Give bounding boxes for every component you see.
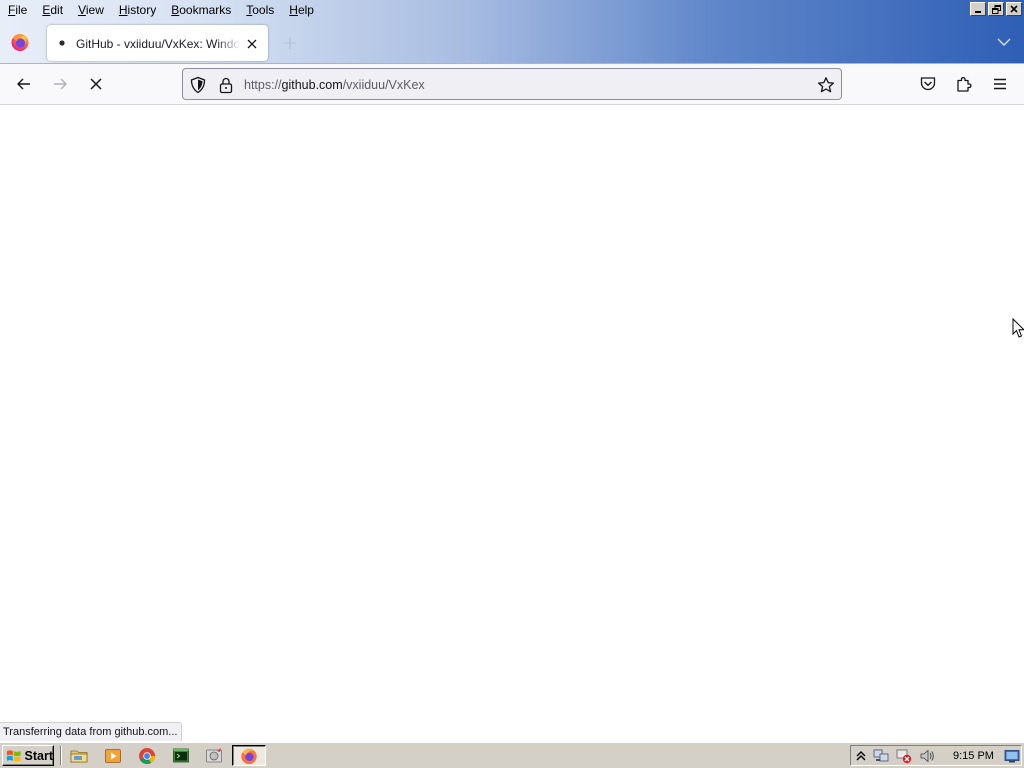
loading-dot-icon (59, 40, 65, 46)
puzzle-icon (957, 77, 972, 92)
restore-button[interactable] (988, 2, 1004, 16)
network-icon[interactable] (873, 748, 889, 764)
app-menu-button[interactable] (984, 68, 1016, 100)
firefox-icon (241, 748, 257, 764)
taskbar-separator (60, 746, 62, 765)
page-content-area[interactable] (0, 105, 1024, 741)
pocket-button[interactable] (912, 68, 944, 100)
browser-title-frame: File Edit View History Bookmarks Tools H… (0, 0, 1024, 64)
stop-x-icon (90, 78, 102, 90)
chrome-icon[interactable] (138, 747, 156, 765)
media-player-icon[interactable] (104, 747, 122, 765)
firefox-logo-icon[interactable] (10, 32, 30, 52)
show-desktop-icon[interactable] (1004, 748, 1020, 764)
tab-title: GitHub - vxiiduu/VxKex: Windows 7 extend… (76, 37, 241, 51)
disk-cleanup-icon[interactable] (205, 747, 223, 765)
menu-help[interactable]: Help (281, 0, 321, 20)
menu-edit[interactable]: Edit (34, 0, 70, 20)
list-all-tabs-chevron-icon[interactable] (994, 33, 1014, 51)
pocket-icon (920, 77, 936, 91)
status-panel: Transferring data from github.com... (0, 722, 183, 741)
url-host: github.com (281, 78, 343, 92)
close-window-button[interactable] (1006, 2, 1022, 16)
forward-button[interactable] (44, 68, 76, 100)
bookmark-star-icon[interactable] (817, 76, 835, 94)
clock[interactable]: 9:15 PM (953, 748, 994, 764)
mouse-pointer-icon (1012, 318, 1024, 338)
system-tray: 9:15 PM (850, 745, 1022, 766)
menu-file[interactable]: File (0, 0, 34, 20)
volume-icon[interactable] (919, 748, 935, 764)
show-hidden-icons-chevron-icon[interactable] (853, 748, 869, 764)
start-button[interactable]: Start (2, 745, 54, 766)
hamburger-menu-icon (994, 78, 1006, 90)
close-icon (1010, 5, 1018, 13)
menu-bookmarks[interactable]: Bookmarks (163, 0, 238, 20)
taskbar-firefox-button[interactable] (232, 745, 266, 766)
menu-history[interactable]: History (111, 0, 163, 20)
navigation-toolbar: https://github.com/vxiiduu/VxKex (0, 64, 1024, 105)
stop-button[interactable] (80, 68, 112, 100)
window-controls (970, 2, 1022, 16)
tab-strip: GitHub - vxiiduu/VxKex: Windows 7 extend… (0, 22, 1024, 62)
taskbar: Start 9:15 PM (0, 741, 1024, 768)
windows-flag-icon (6, 749, 21, 762)
start-label: Start (24, 748, 53, 763)
terminal-icon[interactable] (172, 747, 190, 765)
tab-github-vxkex[interactable]: GitHub - vxiiduu/VxKex: Windows 7 extend… (47, 25, 268, 61)
lock-icon[interactable] (218, 76, 234, 94)
url-path: /vxiiduu/VxKex (342, 78, 425, 92)
extensions-button[interactable] (948, 68, 980, 100)
minimize-icon (975, 11, 981, 13)
back-arrow-icon (17, 78, 30, 90)
forward-arrow-icon (54, 78, 67, 90)
explorer-folder-icon[interactable] (70, 747, 88, 765)
restore-icon (991, 4, 1001, 14)
minimize-button[interactable] (970, 2, 986, 16)
back-button[interactable] (8, 68, 40, 100)
tracking-protection-shield-icon[interactable] (189, 76, 207, 94)
security-alert-icon[interactable] (896, 748, 912, 764)
tab-close-icon[interactable] (244, 36, 260, 52)
menubar: File Edit View History Bookmarks Tools H… (0, 0, 321, 20)
address-bar[interactable]: https://github.com/vxiiduu/VxKex (182, 68, 842, 100)
url-scheme: https:// (244, 78, 282, 92)
url-text[interactable]: https://github.com/vxiiduu/VxKex (244, 76, 425, 94)
new-tab-plus-icon[interactable] (280, 33, 300, 53)
menu-tools[interactable]: Tools (238, 0, 281, 20)
menu-view[interactable]: View (70, 0, 111, 20)
